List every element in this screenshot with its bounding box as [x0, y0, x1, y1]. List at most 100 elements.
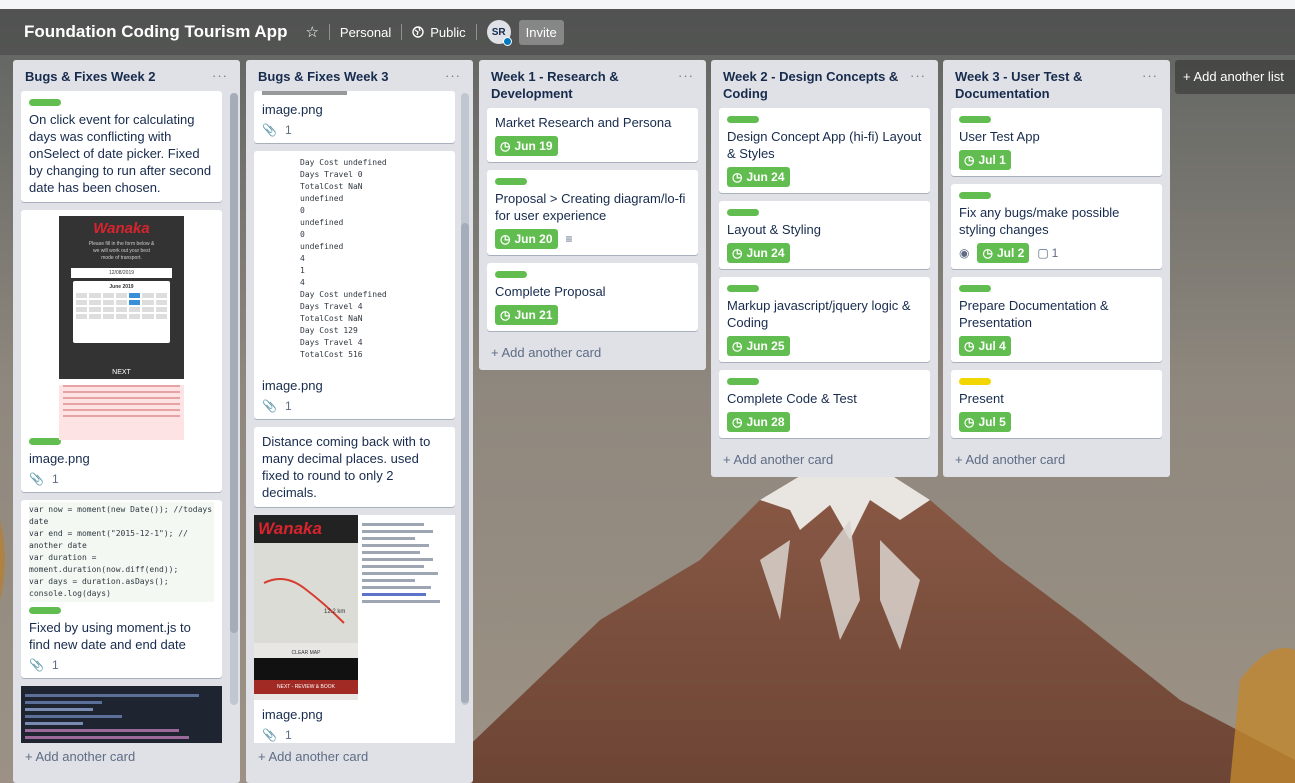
green-label[interactable] [727, 378, 759, 385]
card-title: Layout & Styling [727, 222, 821, 237]
due-date-badge[interactable]: ◷ Jun 19 [495, 136, 558, 156]
card-title: Proposal > Creating diagram/lo-fi for us… [495, 191, 686, 223]
add-card-button[interactable]: + Add another card [487, 339, 698, 370]
list-menu-icon[interactable]: ··· [1142, 68, 1158, 102]
list-week-1-research: Week 1 - Research & Development ··· Mark… [479, 60, 706, 370]
image-text: mode of transport. [101, 255, 142, 261]
visibility-button[interactable]: Public [402, 19, 475, 46]
image-next-button: NEXT [59, 366, 184, 379]
image-text: we will work out your best [93, 248, 150, 254]
due-date-badge[interactable]: ◷ Jun 28 [727, 412, 790, 432]
list-title[interactable]: Week 2 - Design Concepts & Coding [723, 68, 910, 102]
due-date: Jul 2 [996, 246, 1025, 260]
due-date-badge[interactable]: ◷ Jul 4 [959, 336, 1011, 356]
green-label[interactable] [29, 607, 61, 614]
paperclip-icon: 📎 [262, 123, 277, 137]
green-label[interactable] [727, 116, 759, 123]
console-line: Days Travel 0 [300, 170, 363, 179]
green-label[interactable] [959, 192, 991, 199]
console-line: TotalCost NaN [300, 314, 363, 323]
green-label[interactable] [959, 285, 991, 292]
add-card-button[interactable]: + Add another card [254, 743, 465, 774]
card[interactable]: Markup javascript/jquery logic & Coding … [719, 277, 930, 362]
list-title[interactable]: Week 1 - Research & Development [491, 68, 678, 102]
card[interactable]: Proposal > Creating diagram/lo-fi for us… [487, 170, 698, 255]
star-button[interactable]: ☆ [295, 17, 328, 47]
due-date-badge[interactable]: ◷ Jul 2 [977, 243, 1030, 263]
green-label[interactable] [727, 285, 759, 292]
card[interactable]: Day Cost undefined Days Travel 0 TotalCo… [254, 151, 455, 419]
list-bugs-fixes-week-2: Bugs & Fixes Week 2 ··· On click event f… [13, 60, 240, 783]
invite-button[interactable]: Invite [518, 19, 564, 45]
list-bugs-fixes-week-3: Bugs & Fixes Week 3 ··· image.png 📎 1 Day… [246, 60, 473, 783]
card[interactable]: User Test App ◷ Jul 1 [951, 108, 1162, 176]
card[interactable]: Present ◷ Jul 5 [951, 370, 1162, 438]
green-label[interactable] [495, 178, 527, 185]
add-card-button[interactable]: + Add another card [719, 446, 930, 477]
wanaka-logo: Wanaka [258, 519, 322, 538]
console-line: TotalCost NaN [300, 182, 363, 191]
list-scrollbar[interactable] [230, 93, 238, 705]
clock-icon: ◷ [964, 153, 975, 167]
card-cover-image [262, 91, 347, 95]
console-line: 4 [300, 278, 305, 287]
due-date-badge[interactable]: ◷ Jun 24 [727, 167, 790, 187]
list-title[interactable]: Bugs & Fixes Week 2 [25, 68, 156, 85]
card[interactable]: Wanaka Please fill in the form below & w… [21, 210, 222, 492]
green-label[interactable] [959, 116, 991, 123]
attachment-count: 1 [284, 123, 292, 137]
add-card-button[interactable]: + Add another card [21, 743, 232, 774]
card-title: Distance coming back with to many decima… [262, 434, 431, 500]
list-menu-icon[interactable]: ··· [445, 68, 461, 85]
code-line: var duration = moment.duration(now.diff(… [29, 553, 179, 574]
due-date-badge[interactable]: ◷ Jun 24 [727, 243, 790, 263]
card[interactable]: Complete Proposal ◷ Jun 21 [487, 263, 698, 331]
globe-icon [412, 26, 424, 38]
card[interactable]: Prepare Documentation & Presentation ◷ Ju… [951, 277, 1162, 362]
card-title: image.png [262, 102, 323, 117]
card[interactable]: On click event for calculating days was … [21, 91, 222, 202]
card[interactable]: var now = moment(new Date()); //todays d… [21, 500, 222, 678]
add-list-button[interactable]: + Add another list [1175, 60, 1295, 94]
admin-badge-icon [502, 37, 512, 46]
board-title[interactable]: Foundation Coding Tourism App [16, 16, 295, 48]
card[interactable]: Market Research and Persona ◷ Jun 19 [487, 108, 698, 162]
due-date-badge[interactable]: ◷ Jun 25 [727, 336, 790, 356]
list-scrollbar[interactable] [461, 93, 469, 705]
due-date-badge[interactable]: ◷ Jul 1 [959, 150, 1011, 170]
wanaka-logo: Wanaka [93, 220, 150, 237]
paperclip-icon: 📎 [29, 472, 44, 486]
green-label[interactable] [727, 209, 759, 216]
due-date-badge[interactable]: ◷ Jul 5 [959, 412, 1011, 432]
list-menu-icon[interactable]: ··· [212, 68, 228, 85]
card[interactable] [21, 686, 222, 743]
card[interactable]: Wanaka 12.2 km CLEAR MAP NEXT - REVIEW &… [254, 515, 455, 743]
comment-icon: ▢ [1037, 246, 1049, 260]
avatar-initials: SR [491, 26, 506, 38]
card[interactable]: Complete Code & Test ◷ Jun 28 [719, 370, 930, 438]
list-menu-icon[interactable]: ··· [678, 68, 694, 102]
green-label[interactable] [29, 438, 61, 445]
card[interactable]: Distance coming back with to many decima… [254, 427, 455, 507]
console-output-image: Day Cost undefined Days Travel 0 TotalCo… [262, 157, 447, 377]
card[interactable]: Layout & Styling ◷ Jun 24 [719, 201, 930, 269]
yellow-label[interactable] [959, 378, 991, 385]
console-line: 0 [300, 230, 305, 239]
list-menu-icon[interactable]: ··· [910, 68, 926, 102]
due-date-badge[interactable]: ◷ Jun 21 [495, 305, 558, 325]
team-visibility-button[interactable]: Personal [330, 19, 401, 46]
due-date: Jul 4 [978, 339, 1006, 353]
card[interactable]: Fix any bugs/make possible styling chang… [951, 184, 1162, 269]
add-card-button[interactable]: + Add another card [951, 446, 1162, 477]
description-icon: ≡ [565, 232, 573, 246]
card[interactable]: image.png 📎 1 [254, 91, 455, 143]
card[interactable]: Design Concept App (hi-fi) Layout & Styl… [719, 108, 930, 193]
list-title[interactable]: Week 3 - User Test & Documentation [955, 68, 1142, 102]
list-title[interactable]: Bugs & Fixes Week 3 [258, 68, 389, 85]
card-title: Market Research and Persona [495, 115, 672, 130]
due-date-badge[interactable]: ◷ Jun 20 [495, 229, 558, 249]
green-label[interactable] [29, 99, 61, 106]
header-divider [475, 24, 477, 40]
green-label[interactable] [495, 271, 527, 278]
member-avatar[interactable]: SR [486, 20, 512, 46]
